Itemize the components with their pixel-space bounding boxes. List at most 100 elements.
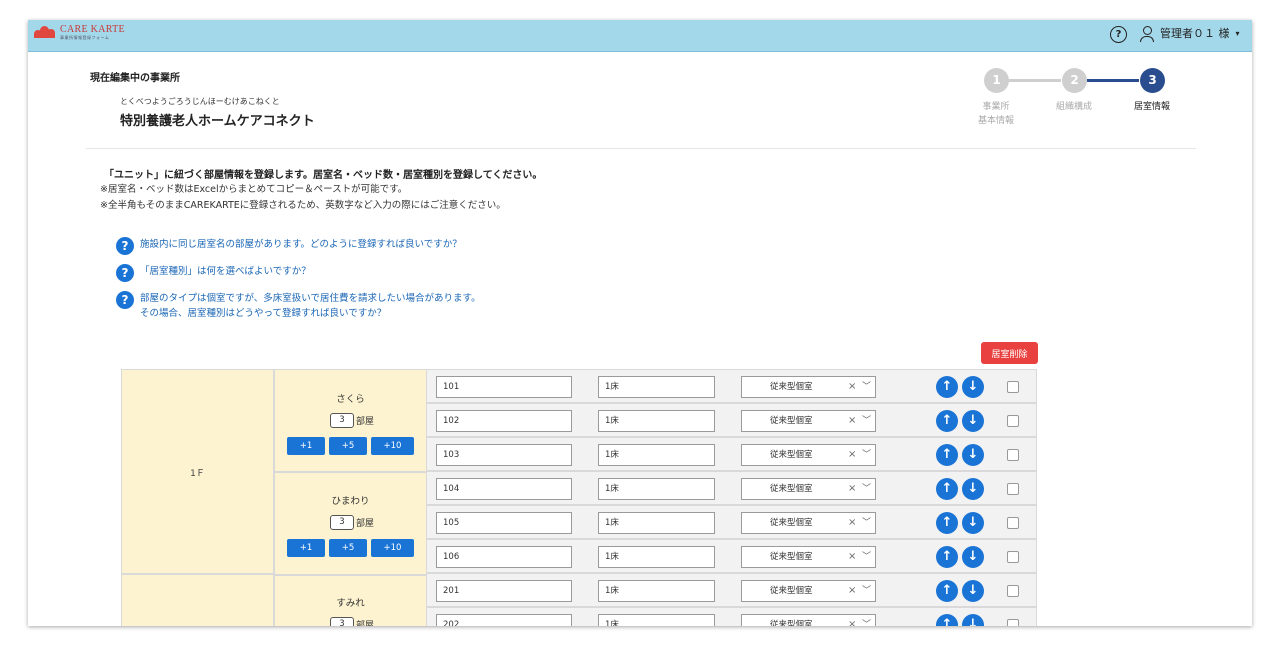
- room-select-checkbox[interactable]: [1007, 585, 1019, 597]
- step-3-label: 居室情報: [1133, 102, 1170, 112]
- room-type-select[interactable]: 従来型個室 × ﹀: [741, 376, 876, 398]
- move-down-icon[interactable]: ↓: [962, 410, 984, 432]
- move-up-icon[interactable]: ↑: [936, 546, 958, 568]
- chevron-down-icon[interactable]: ﹀: [862, 513, 871, 533]
- move-down-icon[interactable]: ↓: [962, 546, 984, 568]
- clear-icon[interactable]: ×: [848, 377, 856, 397]
- room-row: 101 1床 従来型個室 × ﹀ ↑ ↓: [426, 369, 1037, 403]
- room-type-select[interactable]: 従来型個室 × ﹀: [741, 410, 876, 432]
- unit-name: すみれ: [336, 598, 365, 609]
- room-name-input[interactable]: 106: [436, 546, 572, 568]
- room-type-select[interactable]: 従来型個室 × ﹀: [741, 580, 876, 602]
- bed-count-input[interactable]: 1床: [598, 478, 715, 500]
- move-down-icon[interactable]: ↓: [962, 376, 984, 398]
- clear-icon[interactable]: ×: [848, 615, 856, 626]
- move-up-icon[interactable]: ↑: [936, 512, 958, 534]
- faq-item[interactable]: ? 部屋のタイプは個室ですが、多床室扱いで居住費を請求したい場合があります。 そ…: [116, 291, 481, 321]
- room-type-select[interactable]: 従来型個室 × ﹀: [741, 478, 876, 500]
- room-type-select[interactable]: 従来型個室 × ﹀: [741, 444, 876, 466]
- bed-count-input[interactable]: 1床: [598, 410, 715, 432]
- unit-add-buttons: +1 +5 +10: [287, 437, 418, 455]
- clear-icon[interactable]: ×: [848, 479, 856, 499]
- step-1-label: 事業所: [982, 102, 1010, 112]
- step-3-circle[interactable]: 3: [1140, 68, 1165, 93]
- step-2-circle[interactable]: 2: [1062, 68, 1087, 93]
- floor-cell: [121, 574, 274, 626]
- room-select-checkbox[interactable]: [1007, 619, 1019, 626]
- question-icon: ?: [116, 264, 134, 282]
- bed-count-input[interactable]: 1床: [598, 580, 715, 602]
- logo-mark-icon: [34, 26, 56, 38]
- step-1-circle[interactable]: 1: [984, 68, 1009, 93]
- move-up-icon[interactable]: ↑: [936, 376, 958, 398]
- move-up-icon[interactable]: ↑: [936, 580, 958, 602]
- chevron-down-icon[interactable]: ﹀: [862, 581, 871, 601]
- faq-link[interactable]: 部屋のタイプは個室ですが、多床室扱いで居住費を請求したい場合があります。: [140, 291, 481, 306]
- clear-icon[interactable]: ×: [848, 445, 856, 465]
- faq-item[interactable]: ? 「居室種別」は何を選べばよいですか？: [116, 264, 311, 282]
- move-up-icon[interactable]: ↑: [936, 444, 958, 466]
- move-down-icon[interactable]: ↓: [962, 512, 984, 534]
- section-divider: [86, 148, 1196, 149]
- chevron-down-icon[interactable]: ﹀: [862, 445, 871, 465]
- add-1-button[interactable]: +1: [287, 539, 325, 557]
- chevron-down-icon[interactable]: ﹀: [862, 479, 871, 499]
- room-type-value: 従来型個室: [770, 518, 813, 528]
- add-5-button[interactable]: +5: [329, 539, 367, 557]
- chevron-down-icon[interactable]: ﹀: [862, 547, 871, 567]
- room-name-input[interactable]: 102: [436, 410, 572, 432]
- room-select-checkbox[interactable]: [1007, 483, 1019, 495]
- user-menu[interactable]: 管理者０１ 様 ▾: [1140, 25, 1240, 42]
- bed-count-input[interactable]: 1床: [598, 614, 715, 626]
- chevron-down-icon[interactable]: ﹀: [862, 411, 871, 431]
- move-up-icon[interactable]: ↑: [936, 614, 958, 626]
- room-type-select[interactable]: 従来型個室 × ﹀: [741, 512, 876, 534]
- faq-item[interactable]: ? 施設内に同じ居室名の部屋があります。どのように登録すれば良いですか？: [116, 237, 462, 255]
- move-up-icon[interactable]: ↑: [936, 410, 958, 432]
- add-5-button[interactable]: +5: [329, 437, 367, 455]
- room-type-select[interactable]: 従来型個室 × ﹀: [741, 546, 876, 568]
- room-name-input[interactable]: 101: [436, 376, 572, 398]
- room-row: 106 1床 従来型個室 × ﹀ ↑ ↓: [426, 539, 1037, 573]
- unit-name: ひまわり: [331, 496, 370, 507]
- room-select-checkbox[interactable]: [1007, 415, 1019, 427]
- room-select-checkbox[interactable]: [1007, 551, 1019, 563]
- bed-count-input[interactable]: 1床: [598, 376, 715, 398]
- add-10-button[interactable]: +10: [371, 437, 414, 455]
- move-down-icon[interactable]: ↓: [962, 580, 984, 602]
- unit-room-count: 3 部屋: [330, 617, 374, 626]
- faq-link[interactable]: 「居室種別」は何を選べばよいですか？: [140, 264, 311, 279]
- bed-count-input[interactable]: 1床: [598, 444, 715, 466]
- add-10-button[interactable]: +10: [371, 539, 414, 557]
- delete-room-button[interactable]: 居室削除: [981, 342, 1038, 364]
- chevron-down-icon[interactable]: ﹀: [862, 615, 871, 626]
- room-name-input[interactable]: 201: [436, 580, 572, 602]
- room-select-checkbox[interactable]: [1007, 381, 1019, 393]
- move-up-icon[interactable]: ↑: [936, 478, 958, 500]
- clear-icon[interactable]: ×: [848, 411, 856, 431]
- room-select-checkbox[interactable]: [1007, 517, 1019, 529]
- clear-icon[interactable]: ×: [848, 581, 856, 601]
- room-name-input[interactable]: 104: [436, 478, 572, 500]
- room-name-input[interactable]: 202: [436, 614, 572, 626]
- room-type-value: 従来型個室: [770, 552, 813, 562]
- logo[interactable]: CARE KARTE 事業所情報登録フォーム: [34, 25, 125, 40]
- move-down-icon[interactable]: ↓: [962, 444, 984, 466]
- floor-label: 1Ｆ: [190, 469, 205, 479]
- bed-count-input[interactable]: 1床: [598, 512, 715, 534]
- faq-link[interactable]: 施設内に同じ居室名の部屋があります。どのように登録すれば良いですか？: [140, 237, 462, 252]
- room-name-input[interactable]: 103: [436, 444, 572, 466]
- move-down-icon[interactable]: ↓: [962, 614, 984, 626]
- move-down-icon[interactable]: ↓: [962, 478, 984, 500]
- chevron-down-icon[interactable]: ﹀: [862, 377, 871, 397]
- room-count-suffix: 部屋: [356, 621, 375, 626]
- question-circle-icon[interactable]: ?: [1110, 26, 1127, 43]
- bed-count-input[interactable]: 1床: [598, 546, 715, 568]
- add-1-button[interactable]: +1: [287, 437, 325, 455]
- room-select-checkbox[interactable]: [1007, 449, 1019, 461]
- clear-icon[interactable]: ×: [848, 547, 856, 567]
- room-name-input[interactable]: 105: [436, 512, 572, 534]
- clear-icon[interactable]: ×: [848, 513, 856, 533]
- faq-link-line2[interactable]: その場合、居室種別はどうやって登録すれば良いですか？: [140, 306, 481, 321]
- room-type-select[interactable]: 従来型個室 × ﹀: [741, 614, 876, 626]
